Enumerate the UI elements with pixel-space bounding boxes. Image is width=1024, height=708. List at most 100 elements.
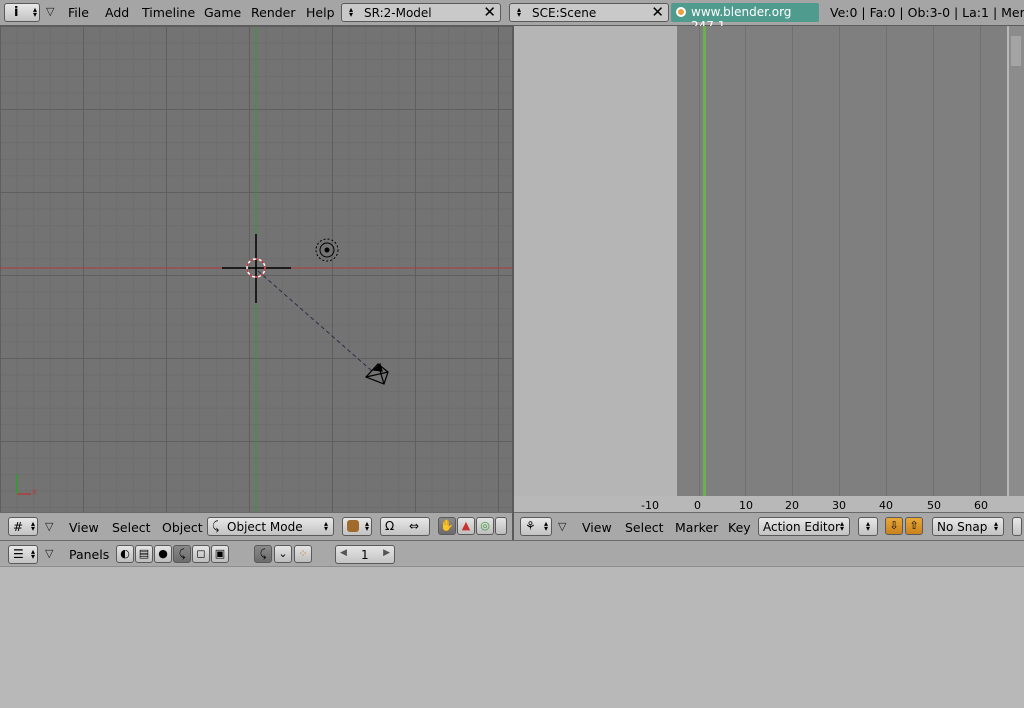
paste-pose-button[interactable]: ⇧	[905, 517, 923, 535]
lamp-icon	[315, 238, 339, 262]
collapse-menu-icon[interactable]: ▽	[45, 547, 53, 560]
updown-icon: ▴ ▾	[323, 519, 328, 533]
scene-stats: Ve:0 | Fa:0 | Ob:3-0 | La:1 | Mem	[830, 5, 1024, 20]
scene-name: SCE:Scene	[532, 6, 597, 20]
updown-icon: ▴ ▾	[32, 5, 37, 19]
editor-type-button[interactable]: ☰ ▴ ▾	[8, 545, 38, 564]
grid-icon: #	[13, 520, 24, 534]
blender-logo-icon	[676, 7, 686, 17]
buttons-header: ☰ ▴ ▾ ▽ Panels ◐ ▤ ● ⤹ ◻ ▣ ⤹ ⌄ ⁘ ◀ 1 ▶	[0, 540, 1024, 567]
logic-icon: ◐	[120, 547, 130, 560]
script-context-button[interactable]: ▤	[135, 545, 153, 563]
arrow-left-icon[interactable]: ◀	[340, 548, 347, 558]
3d-cursor-icon	[222, 234, 291, 303]
screen-selector[interactable]: ▴ ▾ SR:2-Model ✕	[341, 3, 501, 22]
menu-help[interactable]: Help	[306, 5, 335, 20]
frame-tick-label: 30	[832, 499, 846, 512]
sphere-icon: ●	[158, 547, 168, 560]
mode-label: Object Mode	[227, 520, 303, 534]
blender-url-badge: www.blender.org 247.1	[671, 3, 819, 33]
buttons-window-icon: ☰	[13, 547, 24, 561]
panels-label[interactable]: Panels	[69, 547, 109, 562]
buttons-window[interactable]: ☰ ▴ ▾ ▽ Panels ◐ ▤ ● ⤹ ◻ ▣ ⤹ ⌄ ⁘ ◀ 1 ▶	[0, 540, 1024, 708]
layer-button[interactable]	[495, 517, 507, 535]
viewport-canvas: x	[0, 26, 512, 512]
pivot-icon: Ω	[385, 519, 395, 533]
editor-type-button[interactable]: ⚘ ▴ ▾	[520, 517, 552, 536]
draw-type-selector[interactable]: ▴ ▾	[342, 517, 372, 536]
menu-timeline[interactable]: Timeline	[142, 5, 195, 20]
action-editor[interactable]: -10 0 10 20 30 40 50 60	[514, 26, 1024, 512]
hand-icon: ✋	[440, 519, 454, 532]
object-context-button[interactable]: ⤹	[173, 545, 191, 563]
scale-manipulator-button[interactable]: ◎	[476, 517, 494, 535]
menu-marker[interactable]: Marker	[675, 520, 718, 535]
editing-context-button[interactable]: ◻	[192, 545, 210, 563]
menu-object[interactable]: Object	[162, 520, 203, 535]
shading-context-button[interactable]: ●	[154, 545, 172, 563]
channel-list[interactable]	[514, 26, 676, 496]
editor-mode-selector[interactable]: Action Editor ▴ ▾	[758, 517, 850, 536]
axis-gizmo-x-label: x	[32, 487, 37, 496]
menu-render[interactable]: Render	[251, 5, 296, 20]
mode-selector[interactable]: ⤹ Object Mode ▴ ▾	[207, 517, 334, 536]
arrow-right-icon[interactable]: ▶	[383, 548, 390, 558]
close-icon[interactable]: ✕	[483, 3, 496, 21]
vertical-scrollbar[interactable]	[1009, 26, 1024, 496]
object-subcontext-button[interactable]: ⤹	[254, 545, 272, 563]
menu-view[interactable]: View	[582, 520, 612, 535]
scene-selector[interactable]: ▴ ▾ SCE:Scene ✕	[509, 3, 669, 22]
3d-viewport[interactable]: x	[0, 26, 512, 512]
frame-gridline	[699, 26, 700, 496]
arrow-up-icon: ⇧	[909, 519, 919, 532]
physics-icon: ⌄	[278, 547, 288, 560]
menu-view[interactable]: View	[69, 520, 99, 535]
object-mode-icon: ⤹	[212, 519, 220, 533]
parent-relation-line	[257, 270, 373, 372]
manipulator-icon: ⇔	[409, 519, 420, 533]
scrollbar-thumb[interactable]	[1011, 36, 1021, 66]
rotate-manipulator-button[interactable]: ▲	[457, 517, 475, 535]
menu-add[interactable]: Add	[105, 5, 129, 20]
menu-key[interactable]: Key	[728, 520, 751, 535]
close-icon[interactable]: ✕	[651, 3, 664, 21]
frame-tick-label: 20	[785, 499, 799, 512]
menu-game[interactable]: Game	[204, 5, 241, 20]
snap-selector[interactable]: No Snap ▴ ▾	[932, 517, 1004, 536]
collapse-menu-icon[interactable]: ▽	[45, 520, 53, 533]
particles-subcontext-button[interactable]: ⁘	[294, 545, 312, 563]
updown-icon: ▴ ▾	[865, 519, 870, 533]
keyframe-area[interactable]	[677, 26, 1007, 496]
frame-value: 1	[361, 548, 369, 562]
frame-number-field[interactable]: ◀ 1 ▶	[335, 545, 395, 564]
menu-select[interactable]: Select	[625, 520, 664, 535]
action-browse-button[interactable]: ▴ ▾	[858, 517, 878, 536]
frame-gridline	[980, 26, 981, 496]
info-window-type-button[interactable]: i ▴ ▾	[4, 3, 40, 22]
editor-type-button[interactable]: # ▴ ▾	[8, 517, 38, 536]
collapse-menu-icon[interactable]: ▽	[46, 5, 54, 18]
current-frame-line[interactable]	[703, 26, 706, 496]
logic-context-button[interactable]: ◐	[116, 545, 134, 563]
copy-pose-button[interactable]: ⇩	[885, 517, 903, 535]
menu-select[interactable]: Select	[112, 520, 151, 535]
axis-gizmo-icon	[16, 474, 31, 495]
editor-mode-label: Action Editor	[763, 520, 840, 534]
extra-selector[interactable]	[1012, 517, 1022, 536]
3d-view-header: # ▴ ▾ ▽ View Select Object ⤹ Object Mode …	[0, 512, 512, 540]
frame-tick-label: 60	[974, 499, 988, 512]
particles-icon: ⁘	[298, 547, 308, 560]
camera-icon	[364, 362, 389, 385]
collapse-menu-icon[interactable]: ▽	[558, 520, 566, 533]
pivot-selector[interactable]: Ω ⇔	[380, 517, 430, 536]
frame-tick-label: 0	[694, 499, 701, 512]
scene-context-button[interactable]: ▣	[211, 545, 229, 563]
updown-icon: ▴ ▾	[543, 519, 548, 533]
action-editor-icon: ⚘	[525, 519, 536, 533]
menu-file[interactable]: File	[68, 5, 89, 20]
updown-icon: ▴ ▾	[364, 519, 369, 533]
hand-tool-button[interactable]: ✋	[438, 517, 456, 535]
frame-gridline	[745, 26, 746, 496]
shading-icon	[347, 520, 359, 532]
physics-subcontext-button[interactable]: ⌄	[274, 545, 292, 563]
